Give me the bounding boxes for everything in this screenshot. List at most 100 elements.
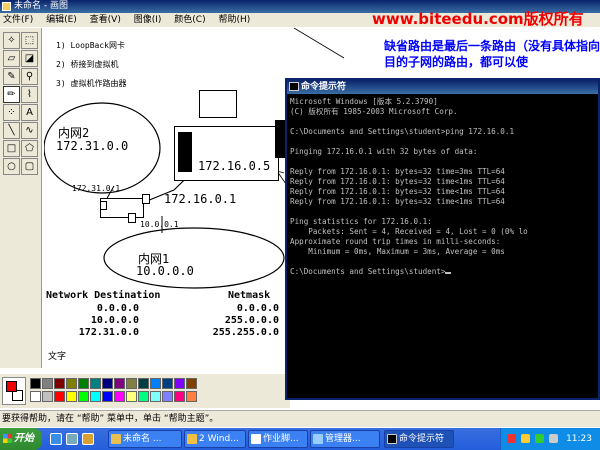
cmd-output[interactable]: Microsoft Windows [版本 5.2.3790] (C) 版权所有 …: [290, 97, 598, 397]
cmd-line: Reply from 172.16.0.1: bytes=32 time<1ms…: [290, 187, 505, 196]
tray-clock[interactable]: 11:23: [566, 428, 592, 450]
palette-swatch[interactable]: [102, 391, 113, 402]
ie-quicklaunch-icon[interactable]: [50, 433, 62, 445]
route-mask-0: 0.0.0.0: [236, 303, 279, 314]
palette-swatch[interactable]: [30, 391, 41, 402]
cmd-line: Pinging 172.16.0.1 with 32 bytes of data…: [290, 147, 478, 156]
palette-swatch[interactable]: [42, 378, 53, 389]
net1-ip: 10.0.0.0: [136, 264, 194, 278]
palette-swatch[interactable]: [150, 378, 161, 389]
free-select-tool-icon[interactable]: ✧: [3, 32, 20, 49]
palette-swatch[interactable]: [150, 391, 161, 402]
system-tray: 11:23: [500, 428, 600, 450]
tray-ime-icon[interactable]: [549, 434, 558, 443]
taskbar-button-script[interactable]: 作业脚...: [248, 430, 308, 448]
menu-image[interactable]: 图像(I): [134, 15, 162, 25]
palette-swatch[interactable]: [54, 378, 65, 389]
cmd-line: Reply from 172.16.0.1: bytes=32 time=3ms…: [290, 167, 505, 176]
taskbar-button-paint[interactable]: 未命名 ...: [108, 430, 182, 448]
palette-swatch[interactable]: [174, 391, 185, 402]
route-mask-1: 255.0.0.0: [224, 315, 279, 326]
palette-swatch[interactable]: [114, 378, 125, 389]
palette-swatch[interactable]: [162, 391, 173, 402]
watermark: www.biteedu.com版权所有: [372, 10, 584, 28]
vm-nic-1: [100, 201, 107, 210]
color-palette: [0, 374, 290, 408]
pencil-tool-icon[interactable]: ✏: [3, 86, 20, 103]
cmd-line: Reply from 172.16.0.1: bytes=32 time<1ms…: [290, 177, 505, 186]
palette-swatch[interactable]: [78, 391, 89, 402]
menu-view[interactable]: 查看(V): [90, 15, 121, 25]
taskbar-button-cmd[interactable]: 命令提示符: [384, 430, 454, 448]
tray-shield-icon[interactable]: [507, 434, 516, 443]
rect-select-tool-icon[interactable]: ⬚: [21, 32, 38, 49]
menu-file[interactable]: 文件(F): [3, 15, 33, 25]
palette-swatch[interactable]: [42, 391, 53, 402]
tray-volume-icon[interactable]: [535, 434, 544, 443]
route-dest-2: 172.31.0.0: [78, 327, 139, 338]
current-colors[interactable]: [2, 377, 26, 405]
palette-swatch[interactable]: [54, 391, 65, 402]
taskbar-button-windows[interactable]: 2 Wind...: [184, 430, 246, 448]
paint-taskbar-icon: [111, 434, 121, 444]
palette-swatch[interactable]: [66, 391, 77, 402]
rectangle-tool-icon[interactable]: □: [3, 140, 20, 157]
palette-swatch[interactable]: [126, 391, 137, 402]
airbrush-tool-icon[interactable]: ⁘: [3, 104, 20, 121]
brush-tool-icon[interactable]: ⌇: [21, 86, 38, 103]
menu-colors[interactable]: 颜色(C): [174, 15, 205, 25]
text-tool-icon[interactable]: A: [21, 104, 38, 121]
paint-statusbar: 要获得帮助，请在 “帮助” 菜单中，单击 “帮助主题”。: [0, 410, 600, 427]
router-ip-left: 172.31.0.1: [72, 184, 121, 193]
status-text: 要获得帮助，请在 “帮助” 菜单中，单击 “帮助主题”。: [2, 414, 219, 424]
palette-swatch[interactable]: [78, 378, 89, 389]
menu-help[interactable]: 帮助(H): [218, 15, 250, 25]
vm-nic-3: [128, 213, 136, 223]
desktop-quicklaunch-icon[interactable]: [66, 433, 78, 445]
cmd-window-title: 命令提示符: [301, 82, 347, 92]
palette-swatch[interactable]: [66, 378, 77, 389]
palette-swatch[interactable]: [186, 391, 197, 402]
cmd-line: Reply from 172.16.0.1: bytes=32 time<1ms…: [290, 197, 505, 206]
cmd-line: Minimum = 0ms, Maximum = 3ms, Average = …: [290, 247, 505, 256]
taskbar: 开始 未命名 ... 2 Wind... 作业脚... 管理器... 命令提示符…: [0, 428, 600, 450]
palette-swatch[interactable]: [162, 378, 173, 389]
taskbar-button-manager[interactable]: 管理器...: [310, 430, 380, 448]
router-ip-top: 172.16.0.5: [198, 159, 271, 173]
palette-swatch[interactable]: [174, 378, 185, 389]
palette-swatch[interactable]: [90, 378, 101, 389]
paint-toolbox: ✧ ⬚ ▱ ◪ ✎ ⚲ ✏ ⌇ ⁘ A ╲ ∿ □ ⬠ ○ ▢: [0, 28, 42, 368]
fill-tool-icon[interactable]: ◪: [21, 50, 38, 67]
tray-network-icon[interactable]: [521, 434, 530, 443]
cmd-line: (C) 版权所有 1985-2003 Microsoft Corp.: [290, 107, 458, 116]
palette-swatch[interactable]: [90, 391, 101, 402]
palette-swatch[interactable]: [114, 391, 125, 402]
cmd-titlebar[interactable]: 命令提示符: [287, 80, 598, 94]
router-ip-mid: 172.16.0.1: [164, 192, 237, 206]
route-dest-1: 10.0.0.0: [90, 315, 139, 326]
folder-quicklaunch-icon[interactable]: [82, 433, 94, 445]
cmd-taskbar-icon: [387, 434, 397, 444]
cmd-line: Microsoft Windows [版本 5.2.3790]: [290, 97, 438, 106]
palette-swatch[interactable]: [30, 378, 41, 389]
rounded-rect-tool-icon[interactable]: ▢: [21, 158, 38, 175]
palette-swatch[interactable]: [138, 391, 149, 402]
line-tool-icon[interactable]: ╲: [3, 122, 20, 139]
curve-tool-icon[interactable]: ∿: [21, 122, 38, 139]
ellipse-tool-icon[interactable]: ○: [3, 158, 20, 175]
color-picker-tool-icon[interactable]: ✎: [3, 68, 20, 85]
menu-edit[interactable]: 编辑(E): [46, 15, 77, 25]
start-label: 开始: [14, 433, 34, 444]
start-button[interactable]: 开始: [0, 428, 42, 450]
palette-swatch[interactable]: [102, 378, 113, 389]
eraser-tool-icon[interactable]: ▱: [3, 50, 20, 67]
cmd-window[interactable]: 命令提示符 Microsoft Windows [版本 5.2.3790] (C)…: [285, 78, 600, 400]
text-toolbar-label: 文字: [48, 352, 67, 362]
magnifier-tool-icon[interactable]: ⚲: [21, 68, 38, 85]
route-table-col-destination: Network Destination: [46, 290, 161, 301]
polygon-tool-icon[interactable]: ⬠: [21, 140, 38, 157]
palette-swatch[interactable]: [186, 378, 197, 389]
palette-swatch[interactable]: [126, 378, 137, 389]
palette-swatch[interactable]: [138, 378, 149, 389]
step-3: 3) 虚拟机作路由器: [56, 79, 127, 88]
